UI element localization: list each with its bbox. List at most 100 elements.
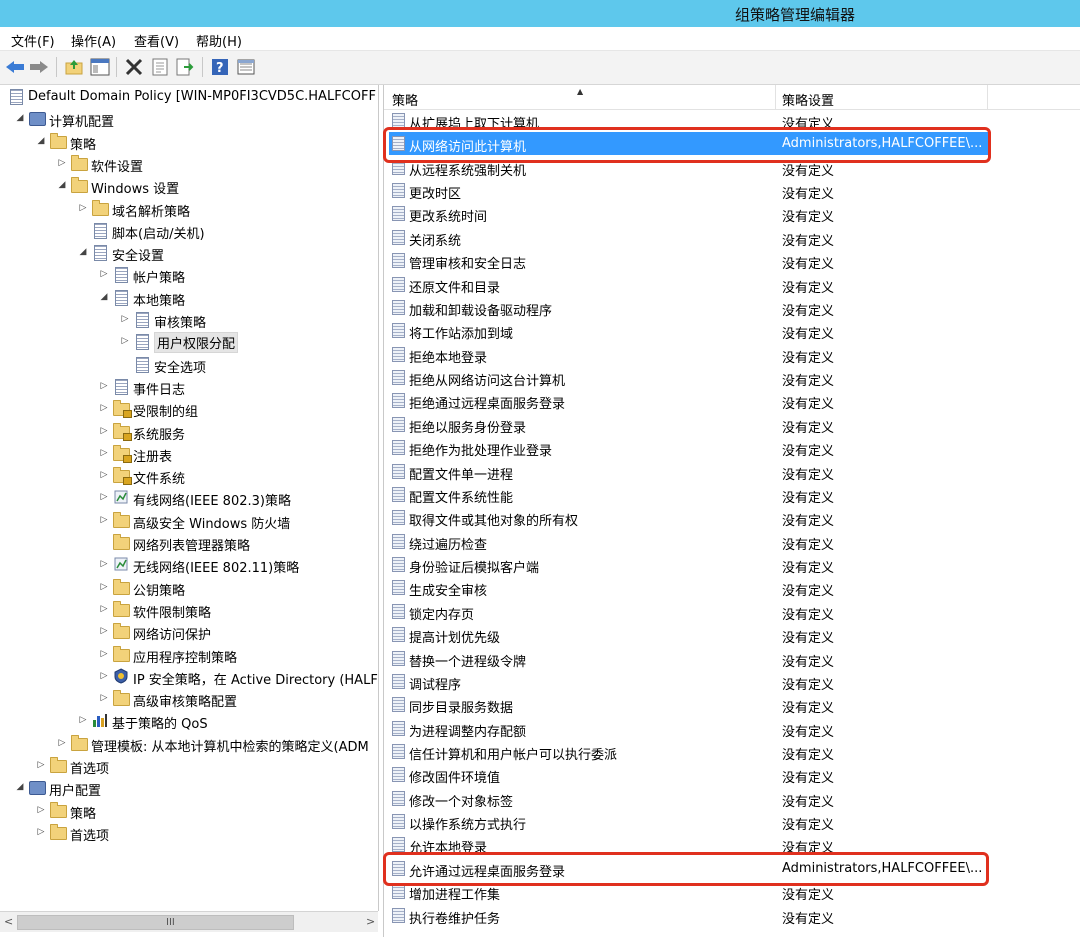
tree-node[interactable]: ◢ 计算机配置 (0, 108, 378, 130)
policy-row[interactable]: 同步目录服务数据 没有定义 (384, 693, 1080, 716)
tree-node[interactable]: ◢ 本地策略 (0, 287, 378, 309)
expand-arrow-icon[interactable]: ▷ (36, 804, 46, 816)
tree-node[interactable]: ▷ 系统服务 (0, 421, 378, 443)
policy-row[interactable]: 生成安全审核 没有定义 (384, 576, 1080, 599)
policy-row[interactable]: 信任计算机和用户帐户可以执行委派 没有定义 (384, 740, 1080, 763)
scrollbar-thumb[interactable]: III (17, 915, 294, 930)
tree-node[interactable]: ◢ 用户配置 (0, 777, 378, 799)
expand-arrow-icon[interactable]: ▷ (99, 670, 109, 682)
policy-row[interactable]: 提高计划优先级 没有定义 (384, 623, 1080, 646)
collapse-arrow-icon[interactable]: ◢ (15, 112, 25, 124)
delete-x-icon[interactable] (123, 56, 145, 78)
menu-help[interactable]: 帮助(H) (196, 31, 242, 50)
expand-arrow-icon[interactable]: ▷ (36, 826, 46, 838)
tree-node[interactable]: ▷ 软件限制策略 (0, 599, 378, 621)
console-tree[interactable]: Default Domain Policy [WIN-MP0FI3CVD5C.H… (0, 85, 379, 911)
tree-node[interactable]: ▷ 受限制的组 (0, 398, 378, 420)
expand-arrow-icon[interactable]: ▷ (99, 648, 109, 660)
tree-node[interactable]: Default Domain Policy [WIN-MP0FI3CVD5C.H… (0, 86, 378, 108)
scroll-left-arrow-icon[interactable]: < (4, 915, 13, 928)
collapse-arrow-icon[interactable]: ◢ (57, 179, 67, 191)
tree-horizontal-scrollbar[interactable]: < III > (0, 911, 378, 932)
expand-arrow-icon[interactable]: ▷ (99, 469, 109, 481)
expand-arrow-icon[interactable]: ▷ (99, 514, 109, 526)
policy-row[interactable]: 关闭系统 没有定义 (384, 226, 1080, 249)
tree-node[interactable]: 安全选项 (0, 354, 378, 376)
policy-row[interactable]: 配置文件单一进程 没有定义 (384, 460, 1080, 483)
tree-node[interactable]: ▷ 首选项 (0, 755, 378, 777)
policy-row[interactable]: 身份验证后模拟客户端 没有定义 (384, 553, 1080, 576)
expand-arrow-icon[interactable]: ▷ (99, 692, 109, 704)
tree-node[interactable]: ▷ 应用程序控制策略 (0, 644, 378, 666)
column-policy[interactable]: 策略 (392, 90, 418, 109)
tree-node[interactable]: ◢ 策略 (0, 131, 378, 153)
tree-node[interactable]: ▷ 事件日志 (0, 376, 378, 398)
expand-arrow-icon[interactable]: ▷ (99, 491, 109, 503)
export-list-icon[interactable] (174, 56, 196, 78)
tree-node[interactable]: 脚本(启动/关机) (0, 220, 378, 242)
policy-row[interactable]: 配置文件系统性能 没有定义 (384, 483, 1080, 506)
policy-row[interactable]: 加载和卸载设备驱动程序 没有定义 (384, 296, 1080, 319)
policy-row[interactable]: 还原文件和目录 没有定义 (384, 273, 1080, 296)
tree-node[interactable]: ▷ 文件系统 (0, 465, 378, 487)
expand-arrow-icon[interactable]: ▷ (99, 558, 109, 570)
tree-node[interactable]: 网络列表管理器策略 (0, 532, 378, 554)
tree-node[interactable]: ▷ 基于策略的 QoS (0, 710, 378, 732)
tree-node[interactable]: ▷ 高级审核策略配置 (0, 688, 378, 710)
tree-node[interactable]: ▷ 注册表 (0, 443, 378, 465)
tree-node[interactable]: ▷ 用户权限分配 (0, 331, 378, 354)
collapse-arrow-icon[interactable]: ◢ (36, 135, 46, 147)
expand-arrow-icon[interactable]: ▷ (99, 447, 109, 459)
menu-view[interactable]: 查看(V) (134, 31, 179, 50)
tree-node[interactable]: ▷ 网络访问保护 (0, 621, 378, 643)
details-view-icon[interactable] (235, 56, 257, 78)
expand-arrow-icon[interactable]: ▷ (99, 603, 109, 615)
expand-arrow-icon[interactable]: ▷ (99, 425, 109, 437)
policy-row[interactable]: 取得文件或其他对象的所有权 没有定义 (384, 506, 1080, 529)
collapse-arrow-icon[interactable]: ◢ (15, 781, 25, 793)
tree-node[interactable]: ▷ 有线网络(IEEE 802.3)策略 (0, 487, 378, 509)
expand-arrow-icon[interactable]: ▷ (78, 202, 88, 214)
expand-arrow-icon[interactable]: ▷ (99, 268, 109, 280)
policy-row[interactable]: 替换一个进程级令牌 没有定义 (384, 647, 1080, 670)
expand-arrow-icon[interactable]: ▷ (99, 625, 109, 637)
properties-icon[interactable] (149, 56, 171, 78)
policy-row[interactable]: 更改系统时间 没有定义 (384, 202, 1080, 225)
policy-row[interactable]: 拒绝本地登录 没有定义 (384, 343, 1080, 366)
expand-arrow-icon[interactable]: ▷ (57, 157, 67, 169)
policy-row[interactable]: 更改时区 没有定义 (384, 179, 1080, 202)
tree-node[interactable]: ▷ 公钥策略 (0, 577, 378, 599)
scroll-right-arrow-icon[interactable]: > (366, 915, 375, 928)
expand-arrow-icon[interactable]: ▷ (78, 714, 88, 726)
tree-node[interactable]: ▷ 无线网络(IEEE 802.11)策略 (0, 554, 378, 576)
tree-node[interactable]: ▷ 审核策略 (0, 309, 378, 331)
policy-row[interactable]: 拒绝作为批处理作业登录 没有定义 (384, 436, 1080, 459)
policy-row[interactable]: 为进程调整内存配额 没有定义 (384, 717, 1080, 740)
policy-row[interactable]: 调试程序 没有定义 (384, 670, 1080, 693)
expand-arrow-icon[interactable]: ▷ (99, 380, 109, 392)
collapse-arrow-icon[interactable]: ◢ (99, 291, 109, 303)
forward-arrow-icon[interactable] (28, 56, 50, 78)
policy-row[interactable]: 修改固件环境值 没有定义 (384, 763, 1080, 786)
policy-row[interactable]: 以操作系统方式执行 没有定义 (384, 810, 1080, 833)
show-hide-tree-icon[interactable] (89, 56, 111, 78)
menu-file[interactable]: 文件(F) (11, 31, 55, 50)
policy-row[interactable]: 将工作站添加到域 没有定义 (384, 319, 1080, 342)
tree-node[interactable]: ▷ IP 安全策略，在 Active Directory (HALF (0, 666, 378, 688)
tree-node[interactable]: ▷ 域名解析策略 (0, 198, 378, 220)
menu-action[interactable]: 操作(A) (71, 31, 116, 50)
back-arrow-icon[interactable] (4, 56, 26, 78)
expand-arrow-icon[interactable]: ▷ (120, 313, 130, 325)
expand-arrow-icon[interactable]: ▷ (36, 759, 46, 771)
policy-row[interactable]: 拒绝通过远程桌面服务登录 没有定义 (384, 389, 1080, 412)
policy-row[interactable]: 执行卷维护任务 没有定义 (384, 904, 1080, 927)
column-policy-setting[interactable]: 策略设置 (782, 90, 834, 109)
policy-row[interactable]: 拒绝以服务身份登录 没有定义 (384, 413, 1080, 436)
tree-node[interactable]: ▷ 策略 (0, 800, 378, 822)
policy-row[interactable]: 绕过遍历检查 没有定义 (384, 530, 1080, 553)
policy-row[interactable]: 修改一个对象标签 没有定义 (384, 787, 1080, 810)
expand-arrow-icon[interactable]: ▷ (99, 402, 109, 414)
tree-node[interactable]: ▷ 帐户策略 (0, 264, 378, 286)
policy-row[interactable]: 管理审核和安全日志 没有定义 (384, 249, 1080, 272)
policy-row[interactable]: 拒绝从网络访问这台计算机 没有定义 (384, 366, 1080, 389)
